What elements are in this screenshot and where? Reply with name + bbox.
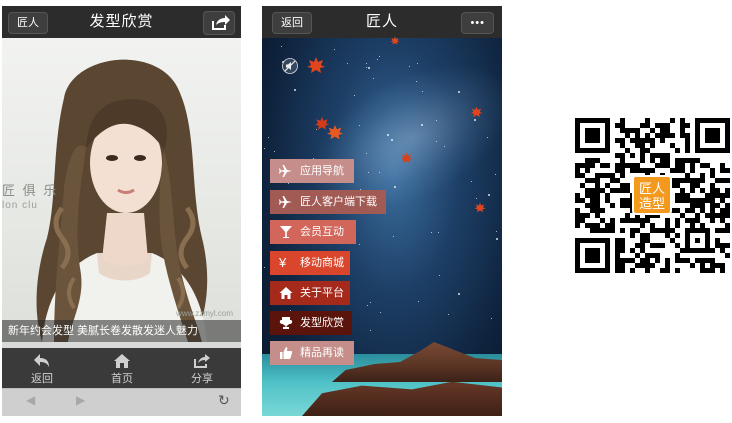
- back-button[interactable]: 匠人: [8, 12, 48, 34]
- maple-leaf-icon: [326, 124, 344, 140]
- menu-item-label: 会员互动: [300, 226, 344, 238]
- menu-item-about-platform[interactable]: 关于平台: [270, 281, 350, 305]
- airplane-icon: [279, 165, 292, 177]
- phone-hairstyle-gallery: 发型欣赏 匠人 匠 俱 乐 lon clu www.zzmyl.com 新年约会…: [2, 6, 241, 416]
- more-button[interactable]: •••: [461, 12, 494, 34]
- home-icon: [114, 354, 130, 368]
- maple-leaf-icon: [470, 106, 483, 118]
- home-icon: [279, 287, 293, 299]
- menu-item-member-interaction[interactable]: 会员互动: [270, 220, 356, 244]
- photo-caption: 新年约会发型 美腻长卷发散发迷人魅力: [2, 320, 241, 342]
- speaker-mute-icon[interactable]: [282, 58, 298, 74]
- maple-leaf-icon: [307, 57, 325, 73]
- nav-home-label: 首页: [111, 373, 133, 385]
- menu-item-featured-reading[interactable]: 精品再读: [270, 341, 354, 365]
- qr-badge-line2: 造型: [638, 196, 665, 211]
- site-watermark: www.zzmyl.com: [176, 309, 233, 318]
- top-bar: 发型欣赏 匠人: [2, 6, 241, 38]
- refresh-button[interactable]: ↻: [218, 392, 230, 409]
- maple-leaf-icon: [390, 36, 400, 45]
- reply-icon: [34, 354, 49, 367]
- bottom-nav: 返回 首页 分享: [2, 348, 241, 388]
- browser-toolbar: ◀ ▶ ↻: [2, 388, 241, 416]
- airplane-icon: [279, 196, 292, 208]
- thumbs-up-icon: [280, 347, 293, 359]
- cocktail-icon: [280, 226, 292, 238]
- menu-item-label: 移动商城: [300, 257, 344, 269]
- back-button[interactable]: 返回: [272, 12, 312, 34]
- top-bar: 匠人 返回 •••: [262, 6, 502, 38]
- nav-share[interactable]: 分享: [172, 348, 232, 388]
- maple-leaf-icon: [400, 152, 413, 164]
- nav-home[interactable]: 首页: [92, 348, 152, 388]
- maple-leaf-icon: [474, 202, 486, 213]
- menu-item-client-download[interactable]: 匠人客户端下载: [270, 190, 386, 214]
- salon-watermark-latin: lon clu: [2, 200, 38, 211]
- salon-watermark: 匠 俱 乐: [2, 183, 59, 198]
- menu-item-app-nav[interactable]: 应用导航: [270, 159, 354, 183]
- menu-item-mobile-mall[interactable]: ¥ 移动商城: [270, 251, 350, 275]
- menu-item-label: 应用导航: [300, 165, 344, 177]
- menu-item-label: 发型欣赏: [300, 317, 344, 329]
- browser-back-button[interactable]: ◀: [26, 393, 35, 407]
- phone-menu-screen: 匠人 返回 ••• 应用导航 匠人客户端下载 会员互动 ¥ 移动商城 关于平台 …: [262, 6, 502, 416]
- nav-back[interactable]: 返回: [12, 348, 72, 388]
- nav-back-label: 返回: [31, 373, 53, 385]
- qr-logo-badge: 匠人 造型: [632, 175, 672, 215]
- qr-code: 匠人 造型: [575, 118, 730, 273]
- menu-item-hairstyle-gallery[interactable]: 发型欣赏: [270, 311, 352, 335]
- share-icon: [212, 15, 230, 30]
- hairstyle-photo[interactable]: 匠 俱 乐 lon clu www.zzmyl.com 新年约会发型 美腻长卷发…: [2, 38, 241, 342]
- qr-badge-line1: 匠人: [638, 181, 665, 196]
- trophy-icon: [279, 317, 293, 329]
- menu-item-label: 关于平台: [300, 287, 344, 299]
- menu-item-label: 精品再读: [300, 347, 344, 359]
- menu-item-label: 匠人客户端下载: [300, 196, 377, 208]
- share-icon: [194, 354, 210, 368]
- nav-share-label: 分享: [191, 373, 213, 385]
- yen-icon: ¥: [279, 255, 287, 270]
- share-button[interactable]: [203, 11, 235, 35]
- browser-forward-button[interactable]: ▶: [76, 393, 85, 407]
